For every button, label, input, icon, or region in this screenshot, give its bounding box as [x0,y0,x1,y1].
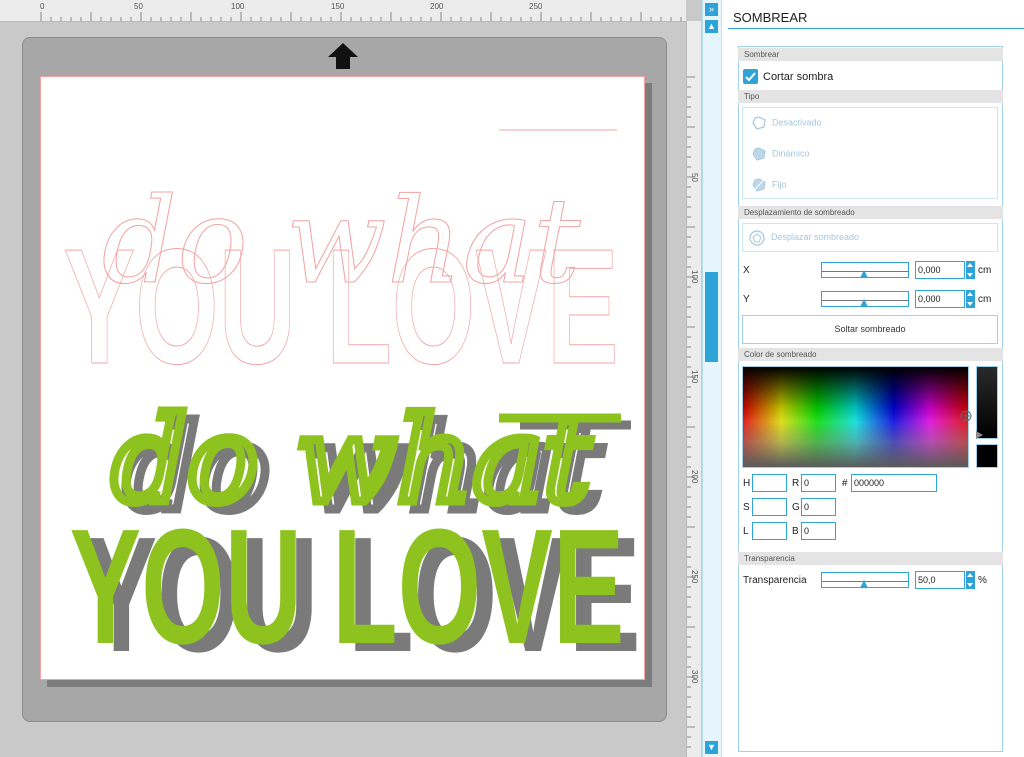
l-label: L [743,526,749,537]
section-header-color: Color de sombreado [738,348,1003,361]
ruler-ticks [687,76,695,748]
fill-block-text[interactable]: YOU LOVE [70,495,625,678]
section-header-transparency: Transparencia [738,552,1003,565]
outline-block-text[interactable]: YOU LOVE [63,215,619,399]
y-offset-spinner[interactable] [966,290,975,308]
luminance-arrow-icon[interactable] [976,431,983,439]
type-option-dynamic[interactable]: Dinámico [752,147,810,161]
panel-divider [728,28,1024,29]
g-input[interactable]: 0 [801,498,836,516]
type-option-label: Dinámico [772,148,810,159]
triangle-up-icon[interactable]: ▲ [705,20,718,33]
s-label: S [743,502,750,513]
panel-title: SOMBREAR [733,10,808,25]
offset-shadow-button[interactable]: Desplazar sombreado [742,223,998,252]
l-input[interactable] [752,522,787,540]
ruler-ticks [40,12,682,21]
type-option-label: Fijo [772,179,787,190]
type-option-label: Desactivado [772,117,822,128]
feed-direction-arrow-icon [328,43,358,69]
release-shadow-button[interactable]: Soltar sombreado [742,315,998,344]
type-option-off[interactable]: Desactivado [752,116,822,130]
type-option-fixed[interactable]: Fijo [752,178,787,192]
r-label: R [792,478,800,489]
slider-thumb[interactable] [860,270,868,278]
x-label: X [743,265,750,276]
offset-shadow-icon [749,230,765,246]
hexagon-outline-icon [752,116,766,130]
r-input[interactable]: 0 [801,474,836,492]
cut-shadow-checkbox[interactable] [743,69,758,84]
section-header-offset: Desplazamiento de sombreado [738,206,1003,219]
double-chevron-right-icon[interactable]: » [705,3,718,16]
color-spectrum-picker[interactable] [742,366,969,468]
color-swatch [976,444,998,468]
hex-input[interactable]: 000000 [851,474,937,492]
transparency-input[interactable]: 50,0 [915,571,965,589]
design-page[interactable]: do what YOU LOVE do what YOU LOVE do wha… [40,76,646,681]
s-input[interactable] [752,498,787,516]
vertical-ruler: 50 100 150 200 250 300 [686,21,701,757]
g-label: G [792,502,800,513]
b-label: B [792,526,799,537]
slider-thumb[interactable] [860,580,868,588]
transparency-label: Transparencia [743,575,807,586]
checkmark-icon [745,72,756,82]
hexagon-dynamic-icon [752,147,766,161]
b-input[interactable]: 0 [801,522,836,540]
slider-thumb[interactable] [860,299,868,307]
design-canvas[interactable]: 0 50 100 150 200 250 50 100 150 200 250 … [0,0,702,757]
artwork[interactable]: do what YOU LOVE do what YOU LOVE do wha… [41,77,646,681]
hash-label: # [842,478,848,489]
transparency-slider[interactable] [821,572,909,588]
x-offset-spinner[interactable] [966,261,975,279]
section-header-type: Tipo [738,90,1003,103]
scroll-thumb[interactable] [705,272,718,362]
cut-shadow-label[interactable]: Cortar sombra [763,71,833,83]
y-unit: cm [978,294,992,305]
transparency-spinner[interactable] [966,571,975,589]
x-offset-slider[interactable] [821,262,909,278]
percent-unit: % [978,575,987,586]
offset-shadow-label: Desplazar sombreado [771,232,860,242]
color-crosshair-icon[interactable] [960,410,972,422]
horizontal-ruler: 0 50 100 150 200 250 [0,0,686,22]
hexagon-fixed-icon [752,178,766,192]
x-unit: cm [978,265,992,276]
luminance-slider[interactable] [976,366,998,439]
y-offset-input[interactable]: 0,000 [915,290,965,308]
x-offset-input[interactable]: 0,000 [915,261,965,279]
h-label: H [743,478,751,489]
h-input[interactable] [752,474,787,492]
section-header-shadow: Sombrear [738,48,1003,61]
canvas-scrollbar[interactable]: » ▲ ▼ [702,0,721,757]
y-offset-slider[interactable] [821,291,909,307]
triangle-down-icon[interactable]: ▼ [705,741,718,754]
y-label: Y [743,294,750,305]
